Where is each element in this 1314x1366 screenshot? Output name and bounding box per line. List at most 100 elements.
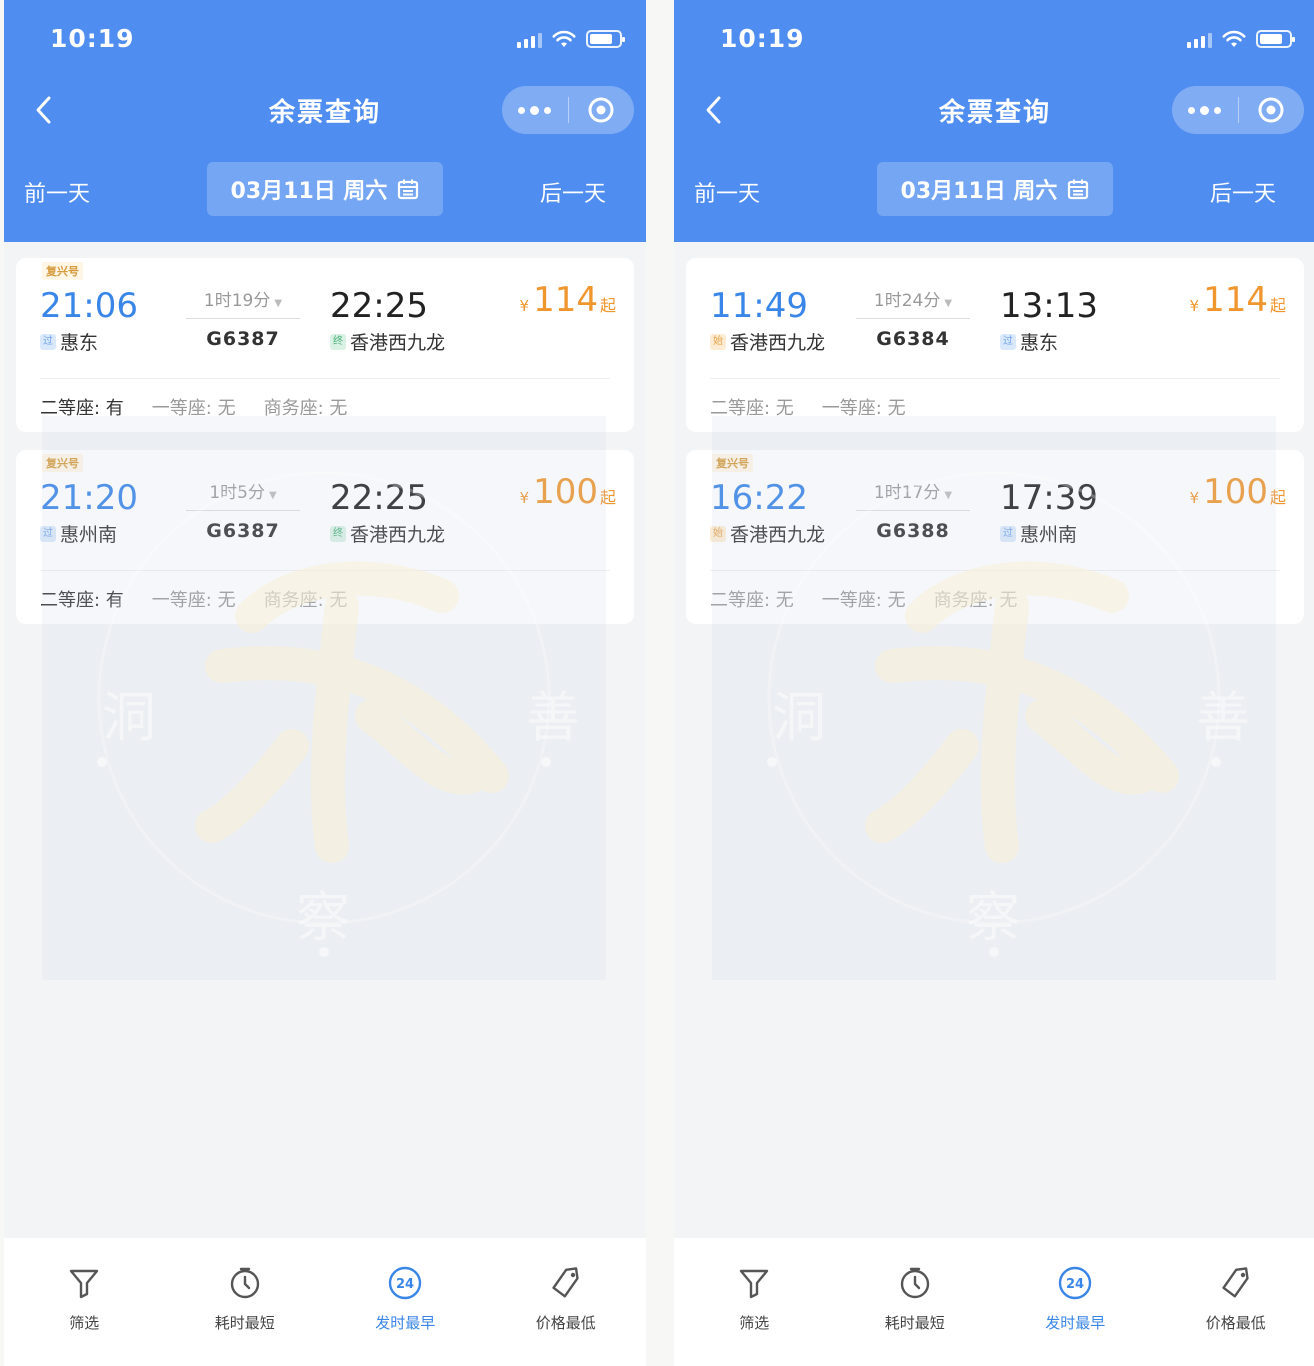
ticket-price: ¥ 100 起	[1190, 472, 1286, 512]
arrival-time: 22:25	[330, 478, 428, 518]
wifi-icon	[552, 30, 576, 47]
departure-station: 始 香港西九龙	[710, 328, 825, 355]
seat-class-status: 一等座: 无	[821, 398, 906, 419]
station-name: 香港西九龙	[350, 524, 446, 546]
close-miniprogram-button[interactable]	[569, 96, 635, 124]
station-type-tag: 过	[40, 333, 56, 350]
price-amount: 114	[1203, 280, 1268, 320]
seat-class-status: 一等座: 无	[151, 590, 236, 611]
arrival-station: 过 惠州南	[1000, 520, 1077, 547]
arrival-time: 17:39	[1000, 478, 1098, 518]
train-number: G6387	[206, 520, 280, 542]
price-tag-icon	[547, 1264, 585, 1302]
sort-tab-clock-24[interactable]: 24 发时最早	[325, 1238, 486, 1366]
price-amount: 100	[1203, 472, 1268, 512]
bottom-sort-bar: 筛选 耗时最短 24 发时最早 价格最低	[4, 1238, 646, 1366]
next-day-button[interactable]: 后一天	[540, 176, 606, 208]
seat-class-status: 商务座: 无	[263, 398, 348, 419]
train-card[interactable]: 复兴号 21:20 1时5分 ▼ G6387 22:25 过 惠州南 终 香港西九…	[16, 450, 634, 624]
sort-tab-price-tag[interactable]: 价格最低	[1156, 1238, 1314, 1366]
seat-class-status: 二等座: 有	[40, 590, 124, 611]
train-card[interactable]: 11:49 1时24分 ▼ G6384 13:13 始 香港西九龙 过 惠东 ¥ …	[686, 258, 1304, 432]
more-button[interactable]	[1172, 105, 1238, 115]
duration-text: 1时19分	[203, 291, 271, 311]
sort-tab-price-tag[interactable]: 价格最低	[486, 1238, 647, 1366]
sort-tab-filter[interactable]: 筛选	[674, 1238, 835, 1366]
arrival-station: 过 惠东	[1000, 328, 1058, 355]
battery-icon	[1256, 30, 1295, 48]
wifi-icon	[1222, 30, 1246, 47]
arrival-station: 终 香港西九龙	[330, 520, 445, 547]
date-picker[interactable]: 03月11日 周六	[207, 162, 443, 216]
departure-time: 11:49	[710, 286, 808, 326]
seat-class-status: 二等座: 无	[710, 590, 794, 611]
departure-time: 21:06	[40, 286, 138, 326]
currency-symbol: ¥	[519, 489, 530, 507]
price-suffix: 起	[599, 488, 616, 507]
station-type-tag: 过	[1000, 333, 1016, 350]
station-name: 惠东	[1020, 332, 1059, 354]
prev-day-button[interactable]: 前一天	[24, 176, 90, 208]
currency-symbol: ¥	[519, 297, 530, 315]
close-miniprogram-button[interactable]	[1239, 96, 1305, 124]
seat-class-status: 一等座: 无	[821, 590, 906, 611]
bottom-sort-bar: 筛选 耗时最短 24 发时最早 价格最低	[674, 1238, 1314, 1366]
station-type-tag: 过	[1000, 525, 1016, 542]
more-button[interactable]	[502, 105, 568, 115]
train-card[interactable]: 复兴号 16:22 1时17分 ▼ G6388 17:39 始 香港西九龙 过 惠…	[686, 450, 1304, 624]
seat-availability: 二等座: 无 一等座: 无 商务座: 无	[710, 586, 1017, 612]
more-dot-icon	[530, 105, 540, 115]
sort-tab-filter[interactable]: 筛选	[4, 1238, 165, 1366]
more-dot-icon	[1188, 106, 1196, 114]
more-dot-icon	[1214, 106, 1222, 114]
seat-class-status: 一等座: 无	[151, 398, 236, 419]
arrival-time: 13:13	[1000, 286, 1098, 326]
currency-symbol: ¥	[1189, 489, 1200, 507]
caret-down-icon: ▼	[944, 490, 953, 501]
battery-icon	[586, 30, 625, 48]
signal-icon	[1187, 30, 1212, 48]
phone-screen-right: 10:19 余票查询 前一天 03月11日 周六 后一天 11:49 1时24分…	[674, 0, 1314, 1366]
tab-label: 耗时最短	[884, 1314, 945, 1332]
caret-down-icon: ▼	[274, 298, 283, 309]
travel-duration[interactable]: 1时5分 ▼	[186, 478, 300, 503]
watermark-char: 善	[526, 686, 580, 749]
station-name: 惠州南	[60, 524, 118, 546]
train-number: G6387	[206, 328, 280, 350]
station-name: 惠州南	[1020, 524, 1078, 546]
travel-duration[interactable]: 1时17分 ▼	[856, 478, 970, 503]
clock-24-icon: 24	[386, 1264, 424, 1302]
price-suffix: 起	[1269, 488, 1286, 507]
status-time: 10:19	[50, 24, 135, 53]
watermark-char: 洞	[102, 686, 156, 749]
arrival-station: 终 香港西九龙	[330, 328, 445, 355]
arrival-time: 22:25	[330, 286, 428, 326]
more-dot-icon	[1200, 105, 1210, 115]
departure-station: 过 惠州南	[40, 520, 117, 547]
seat-availability: 二等座: 有 一等座: 无 商务座: 无	[40, 586, 347, 612]
prev-day-button[interactable]: 前一天	[694, 176, 760, 208]
date-picker[interactable]: 03月11日 周六	[877, 162, 1113, 216]
duration-text: 1时5分	[209, 483, 265, 503]
tab-label: 价格最低	[535, 1314, 596, 1332]
station-type-tag: 始	[710, 525, 726, 542]
more-dot-icon	[518, 106, 526, 114]
status-icons	[1187, 30, 1295, 48]
train-type-badge: 复兴号	[712, 454, 753, 472]
tab-label: 价格最低	[1205, 1314, 1266, 1332]
price-amount: 114	[533, 280, 598, 320]
ticket-price: ¥ 100 起	[520, 472, 616, 512]
sort-tab-clock-24[interactable]: 24 发时最早	[995, 1238, 1156, 1366]
watermark-char: 察	[966, 886, 1020, 949]
train-card[interactable]: 复兴号 21:06 1时19分 ▼ G6387 22:25 过 惠东 终 香港西九…	[16, 258, 634, 432]
travel-duration[interactable]: 1时19分 ▼	[186, 286, 300, 311]
sort-tab-timer[interactable]: 耗时最短	[835, 1238, 996, 1366]
next-day-button[interactable]: 后一天	[1210, 176, 1276, 208]
tab-label: 发时最早	[1045, 1314, 1106, 1332]
seat-availability: 二等座: 有 一等座: 无 商务座: 无	[40, 394, 347, 420]
filter-icon	[735, 1264, 773, 1302]
price-tag-icon	[1217, 1264, 1255, 1302]
clock-24-icon: 24	[1056, 1264, 1094, 1302]
sort-tab-timer[interactable]: 耗时最短	[165, 1238, 326, 1366]
travel-duration[interactable]: 1时24分 ▼	[856, 286, 970, 311]
